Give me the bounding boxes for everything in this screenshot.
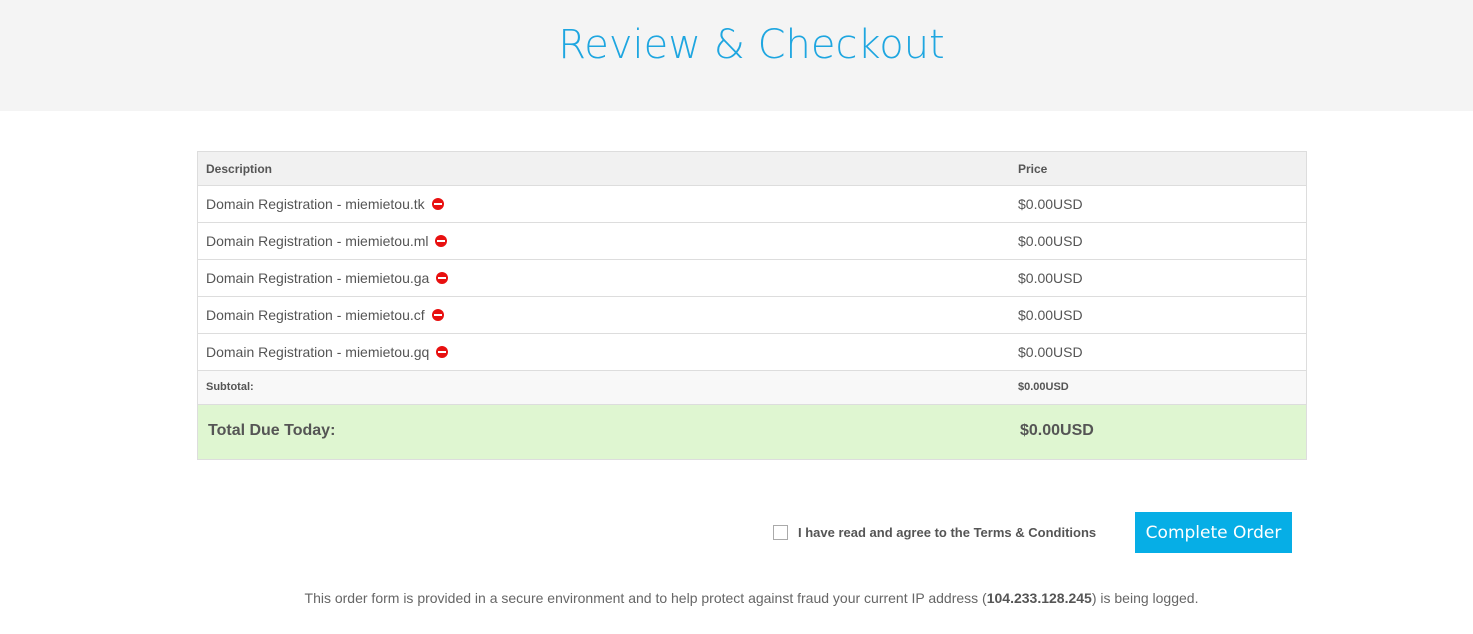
column-header-price: Price (1018, 162, 1048, 176)
remove-item-icon[interactable] (436, 272, 449, 284)
page-title: Review & Checkout (558, 22, 945, 68)
item-description: Domain Registration - miemietou.tk (206, 196, 444, 212)
order-summary-table: Description Price Domain Registration - … (197, 151, 1307, 460)
subtotal-value: $0.00USD (1018, 381, 1069, 393)
item-description: Domain Registration - miemietou.ml (206, 233, 448, 249)
item-price: $0.00USD (1018, 196, 1083, 212)
table-row: Domain Registration - miemietou.gq $0.00… (198, 334, 1306, 371)
terms-agreement: I have read and agree to the Terms & Con… (773, 523, 1096, 541)
item-price: $0.00USD (1018, 344, 1083, 360)
table-row: Domain Registration - miemietou.ga $0.00… (198, 260, 1306, 297)
total-due-row: Total Due Today: $0.00USD (198, 405, 1306, 459)
subtotal-row: Subtotal: $0.00USD (198, 371, 1306, 405)
agree-terms-label[interactable]: I have read and agree to the Terms & Con… (798, 525, 1096, 540)
remove-item-icon[interactable] (431, 198, 444, 210)
subtotal-label: Subtotal: (206, 381, 254, 393)
item-description: Domain Registration - miemietou.cf (206, 307, 444, 323)
column-header-description: Description (206, 162, 273, 176)
terms-conditions-link[interactable]: Terms & Conditions (974, 525, 1097, 540)
total-due-value: $0.00USD (1020, 422, 1094, 439)
remove-item-icon[interactable] (436, 346, 449, 358)
total-due-label: Total Due Today: (208, 422, 336, 439)
page-header: Review & Checkout (0, 0, 1473, 111)
ip-address: 104.233.128.245 (986, 590, 1092, 606)
table-header-row: Description Price (198, 152, 1306, 186)
complete-order-button[interactable]: Complete Order (1135, 512, 1292, 553)
table-row: Domain Registration - miemietou.tk $0.00… (198, 186, 1306, 223)
table-row: Domain Registration - miemietou.ml $0.00… (198, 223, 1306, 260)
item-price: $0.00USD (1018, 270, 1083, 286)
item-description: Domain Registration - miemietou.ga (206, 270, 449, 286)
secure-environment-note: This order form is provided in a secure … (304, 590, 1199, 606)
item-price: $0.00USD (1018, 233, 1083, 249)
item-price: $0.00USD (1018, 307, 1083, 323)
remove-item-icon[interactable] (431, 309, 444, 321)
table-row: Domain Registration - miemietou.cf $0.00… (198, 297, 1306, 334)
agree-terms-checkbox[interactable] (773, 524, 788, 540)
remove-item-icon[interactable] (435, 235, 448, 247)
item-description: Domain Registration - miemietou.gq (206, 344, 449, 360)
